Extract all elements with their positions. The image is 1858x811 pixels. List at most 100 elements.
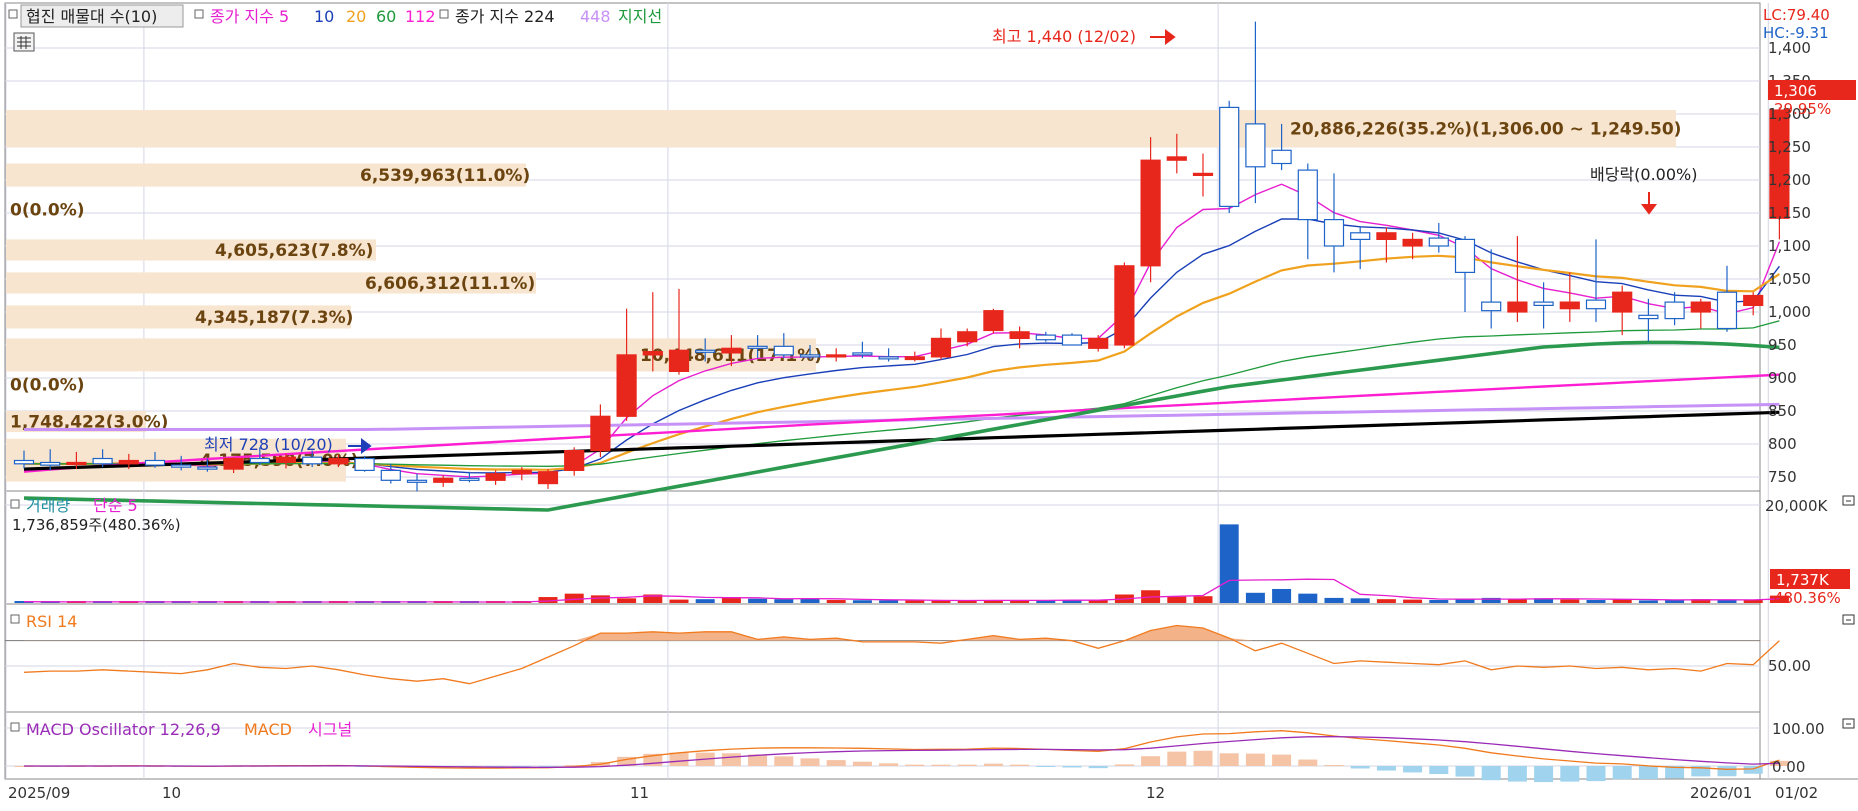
- macd-oscillator-bar: [931, 764, 951, 766]
- legend-box-icon: [8, 9, 18, 19]
- macd-oscillator-bar: [1062, 766, 1082, 768]
- volume-profile-label: 4,605,623(7.8%): [215, 241, 373, 261]
- price-tick-label: 750: [1768, 468, 1797, 486]
- candle-body: [1585, 299, 1607, 310]
- volume-ma-label: 단순 5: [93, 496, 138, 515]
- candle-body: [171, 464, 192, 468]
- volume-legend: 거래량 단순 5 1,736,859주(480.36%) 1,737K 480.…: [10, 496, 1850, 607]
- arrow-right-icon: [1150, 29, 1176, 45]
- volume-profile-label: 20,886,226(35.2%)(1,306.00 ~ 1,249.50): [1290, 120, 1681, 140]
- macd-oscillator-bar: [800, 758, 820, 766]
- macd-oscillator-bar: [905, 764, 925, 766]
- candle-body: [1140, 159, 1161, 267]
- candle-body: [197, 466, 218, 470]
- candle-body: [1533, 301, 1554, 307]
- candle-body: [773, 345, 794, 356]
- price-tick-label: 800: [1768, 435, 1797, 453]
- macd-oscillator-bar: [1717, 766, 1737, 777]
- candle-body: [721, 347, 742, 354]
- minimize-icon[interactable]: [1842, 718, 1855, 729]
- volume-profile-label: 6,606,312(11.1%): [365, 274, 535, 294]
- macd-oscillator-bar: [1088, 766, 1108, 769]
- candle-body: [904, 356, 925, 361]
- volume-bar: [1193, 596, 1213, 603]
- price-tick-label: 1,200: [1768, 171, 1811, 189]
- price-tick-label: 950: [1768, 336, 1797, 354]
- volume-bar: [1167, 596, 1187, 603]
- macd-label: MACD: [244, 720, 292, 739]
- minimize-icon[interactable]: [1842, 614, 1855, 625]
- volume-bar: [800, 598, 820, 603]
- arrow-down-icon: [1641, 192, 1657, 215]
- volume-bar: [1376, 599, 1396, 603]
- volume-bar: [1298, 593, 1318, 603]
- candle-body: [799, 354, 821, 358]
- legend-box-icon: [194, 9, 204, 19]
- macd-tick-label: 0.00: [1772, 758, 1805, 776]
- volume-bar: [1324, 597, 1344, 603]
- candle-body: [40, 461, 61, 466]
- price-legend: 협진 매물대 수(10) 종가 지수 5 10 20 60 112 종가 지수 …: [8, 4, 662, 52]
- volume-bar: [590, 595, 610, 603]
- candle-body: [354, 457, 375, 471]
- volume-bar: [1560, 599, 1580, 603]
- rsi-line: [23, 624, 1780, 685]
- macd-oscillator-bar: [1560, 766, 1580, 782]
- macd-oscillator-bar: [1481, 766, 1501, 781]
- candle-body: [1061, 334, 1083, 346]
- ma448-line: [24, 402, 1780, 431]
- candle-body: [1481, 301, 1502, 312]
- macd-oscillator-bar: [1298, 759, 1318, 766]
- macd-oscillator-bar: [1219, 753, 1239, 766]
- candle-body: [957, 331, 978, 343]
- candle-body: [1664, 301, 1685, 320]
- volume-bar: [905, 600, 925, 603]
- ma60-legend: 60: [376, 7, 396, 26]
- volume-bars-layer: [14, 524, 1789, 603]
- volume-profile-label: 6,539,963(11.0%): [360, 166, 530, 186]
- high-label: 최고 1,440 (12/02): [992, 27, 1136, 46]
- legend-box-icon: [439, 9, 449, 19]
- stock-chart: 20,886,226(35.2%)(1,306.00 ~ 1,249.50) 6,…: [4, 2, 1858, 802]
- support-legend: 지지선: [618, 7, 662, 26]
- rsi-panel-frame: [4, 603, 1761, 713]
- ma10-legend: 10: [314, 7, 334, 26]
- volume-bar: [1272, 588, 1292, 603]
- volume-panel-frame: [4, 490, 1761, 605]
- candle-body: [930, 337, 952, 358]
- candle-body: [1376, 232, 1397, 241]
- rsi-overbought-fill: [24, 625, 1780, 641]
- candle-body: [1454, 238, 1476, 273]
- candle-body: [616, 354, 637, 417]
- macd-oscillator-bar: [983, 763, 1003, 766]
- volume-profile-label: 4,345,187(7.3%): [195, 308, 353, 328]
- volume-bar: [1245, 592, 1265, 603]
- ma20-legend: 20: [346, 7, 366, 26]
- legend-box-icon: [10, 722, 20, 732]
- macd-oscillator-bar: [774, 756, 794, 766]
- macd-oscillator-bar: [1036, 766, 1056, 767]
- volume-bar: [1429, 600, 1449, 603]
- candle-body: [1297, 169, 1318, 221]
- candle-body: [1638, 314, 1659, 320]
- candle-body: [1507, 301, 1528, 313]
- ma112-legend: 112: [405, 7, 436, 26]
- indicator-tag[interactable]: 협진 매물대 수(10): [26, 7, 157, 26]
- price-tick-label: 1,150: [1768, 204, 1811, 222]
- candle-body: [878, 356, 899, 360]
- candle-body: [1009, 331, 1030, 339]
- macd-oscillator-bar: [1612, 766, 1632, 780]
- macd-oscillator-bar: [1010, 764, 1030, 766]
- macd-oscillator-bar: [826, 760, 846, 766]
- volume-bar: [748, 598, 768, 603]
- minimize-icon[interactable]: [1842, 495, 1855, 506]
- volume-bar: [617, 598, 637, 603]
- rsi-layer: [5, 624, 1780, 685]
- legend-box-icon: [10, 614, 20, 624]
- candle-body: [642, 351, 663, 356]
- price-tick-label: 1,050: [1768, 270, 1811, 288]
- candle-body: [1166, 156, 1187, 161]
- signal-line: [24, 736, 1780, 769]
- macd-oscillator-bar: [1245, 753, 1265, 766]
- time-axis-label: 01/02: [1775, 784, 1818, 802]
